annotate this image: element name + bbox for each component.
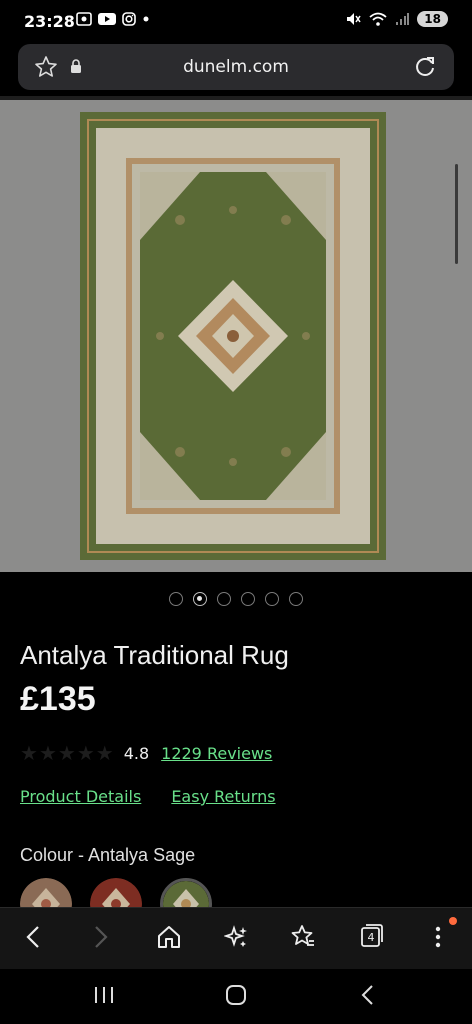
carousel-indicators — [0, 592, 472, 606]
carousel-dot[interactable] — [289, 592, 303, 606]
product-price: £135 — [20, 680, 96, 718]
screen-record-icon — [76, 12, 92, 26]
system-icons: 18 — [345, 11, 448, 27]
ai-sparkle-icon[interactable] — [224, 924, 250, 950]
url-domain[interactable]: dunelm.com — [18, 57, 454, 77]
product-links: Product Details Easy Returns — [20, 787, 276, 806]
carousel-dot[interactable] — [169, 592, 183, 606]
mute-icon — [347, 13, 361, 25]
star-icon: ★ — [95, 741, 114, 765]
carousel-dot[interactable] — [265, 592, 279, 606]
notification-icons — [76, 12, 150, 26]
carousel-dot-active[interactable] — [193, 592, 207, 606]
signal-icon — [396, 13, 410, 25]
rating-score: 4.8 — [123, 743, 150, 763]
star-icon: ★ — [57, 741, 76, 765]
home-icon[interactable] — [156, 924, 182, 950]
star-icon: ★ — [20, 741, 38, 765]
carousel-dot[interactable] — [241, 592, 255, 606]
recent-apps-icon[interactable] — [92, 983, 116, 1007]
product-title: Antalya Traditional Rug — [20, 640, 289, 670]
star-icon: ★ — [76, 741, 95, 765]
back-icon[interactable] — [22, 924, 44, 950]
star-icon: ★ — [38, 741, 57, 765]
rating-row: ★ ★ ★ ★ ★ 4.8 1229 Reviews — [20, 741, 272, 765]
bookmarks-icon[interactable] — [290, 924, 316, 950]
system-navigation-bar — [0, 969, 472, 1024]
reload-icon[interactable] — [412, 54, 438, 80]
forward-icon[interactable] — [90, 924, 112, 950]
product-details-link[interactable]: Product Details — [20, 787, 141, 806]
status-bar: 23:28 18 — [0, 0, 472, 40]
more-menu-icon[interactable] — [428, 924, 448, 950]
home-button-icon[interactable] — [224, 983, 248, 1007]
easy-returns-link[interactable]: Easy Returns — [171, 787, 275, 806]
system-back-icon[interactable] — [356, 983, 380, 1007]
address-bar[interactable]: dunelm.com — [18, 44, 454, 90]
scroll-indicator — [455, 164, 458, 264]
notification-dot-icon — [449, 917, 457, 925]
youtube-icon — [98, 13, 116, 25]
more-dot-icon — [143, 16, 149, 22]
rating-stars: ★ ★ ★ ★ ★ — [20, 741, 114, 765]
product-image-carousel[interactable] — [0, 100, 472, 572]
status-time: 23:28 — [24, 12, 75, 31]
carousel-dot[interactable] — [217, 592, 231, 606]
browser-toolbar: 4 — [0, 907, 472, 969]
colour-label: Colour - Antalya Sage — [20, 845, 196, 865]
rug-image — [0, 100, 472, 572]
reviews-link[interactable]: 1229 Reviews — [161, 744, 272, 763]
instagram-icon — [122, 12, 136, 26]
battery-level: 18 — [417, 11, 448, 27]
wifi-icon — [369, 12, 387, 26]
tabs-count: 4 — [367, 931, 375, 944]
